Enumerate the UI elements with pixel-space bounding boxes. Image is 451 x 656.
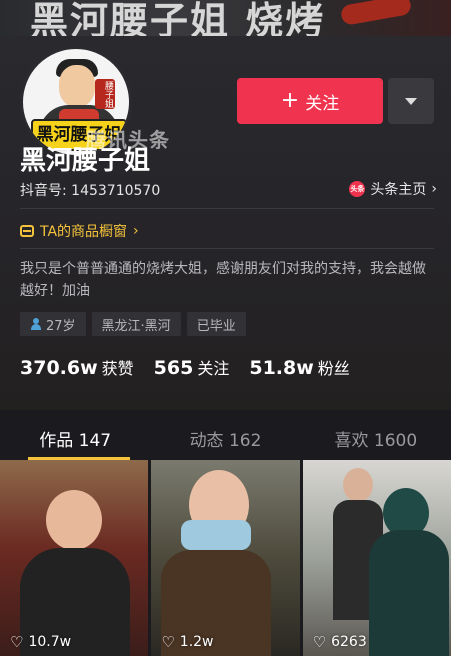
following-label: 关注 xyxy=(197,359,230,378)
fans-stat[interactable]: 51.8w 粉丝 xyxy=(249,355,349,379)
content-tabs: 作品 147 动态 162 喜欢 1600 xyxy=(0,410,451,460)
chevron-right-icon: › xyxy=(133,223,139,239)
thumbnail-figure xyxy=(368,530,449,656)
heart-icon: ♡ xyxy=(10,632,24,651)
video-likes-count: 6263 xyxy=(331,634,367,650)
video-likes-count: 10.7w xyxy=(28,634,72,650)
profile-header: 腰子姐 黑河腰子姐 腾讯头条 + 关注 xyxy=(0,36,451,456)
video-thumbnail[interactable]: ♡ 1.2w xyxy=(151,460,300,656)
more-options-button[interactable] xyxy=(388,78,434,124)
triangle-down-icon xyxy=(405,97,417,105)
thumbnail-figure xyxy=(181,520,252,550)
video-likes-count: 1.2w xyxy=(179,634,214,650)
follow-button-label: 关注 xyxy=(305,93,340,114)
heart-icon: ♡ xyxy=(161,632,175,651)
divider xyxy=(20,208,434,209)
shop-link-label: TA的商品橱窗 xyxy=(40,224,128,240)
person-icon xyxy=(30,318,42,330)
bio: 我只是个普普通通的烧烤大姐，感谢朋友们对我的支持，我会越做越好！加油 xyxy=(20,261,426,299)
toutiao-logo-icon: 头条 xyxy=(349,181,366,197)
video-thumbnail[interactable]: ♡ 6263 xyxy=(302,460,451,656)
profile-tags: 27岁 黑龙江·黑河 已毕业 xyxy=(20,312,246,336)
likes-stat[interactable]: 370.6w 获赞 xyxy=(20,355,134,379)
banner-text: 黑河腰子姐 烧烤 xyxy=(30,0,326,36)
toutiao-link-label: 头条主页 xyxy=(370,182,427,198)
location-tag: 黑龙江·黑河 xyxy=(91,312,181,336)
heart-icon: ♡ xyxy=(312,632,327,651)
toutiao-homepage-link[interactable]: 头条 头条主页 › xyxy=(349,179,437,199)
profile-name: 黑河腰子姐 xyxy=(20,146,151,176)
chevron-right-icon: › xyxy=(431,181,437,197)
divider xyxy=(20,248,434,249)
follow-button[interactable]: + 关注 xyxy=(237,78,383,124)
shop-window-link[interactable]: TA的商品橱窗 › xyxy=(20,221,139,241)
avatar-side-tag: 腰子姐 xyxy=(95,79,115,109)
top-banner: 黑河腰子姐 烧烤 xyxy=(0,0,451,36)
video-grid: ♡ 10.7w ♡ 1.2w ♡ 6263 xyxy=(0,460,451,656)
following-stat[interactable]: 565 关注 xyxy=(154,355,230,379)
stats-row: 370.6w 获赞 565 关注 51.8w 粉丝 xyxy=(20,355,350,379)
video-likes: ♡ 10.7w xyxy=(10,634,71,650)
tab-posts[interactable]: 动态 162 xyxy=(150,410,300,460)
thumbnail-figure xyxy=(342,468,373,502)
plus-icon: + xyxy=(280,88,300,113)
age-tag-label: 27岁 xyxy=(46,318,76,334)
video-likes: ♡ 6263 xyxy=(313,634,367,650)
likes-count: 370.6w xyxy=(20,357,98,379)
status-tag: 已毕业 xyxy=(186,312,246,336)
video-thumbnail[interactable]: ♡ 10.7w xyxy=(0,460,149,656)
location-tag-label: 黑龙江·黑河 xyxy=(101,318,171,334)
likes-label: 获赞 xyxy=(101,359,134,378)
avatar-face xyxy=(59,65,95,107)
following-count: 565 xyxy=(153,357,194,379)
fans-label: 粉丝 xyxy=(317,359,350,378)
shop-icon xyxy=(20,225,34,237)
douyin-id: 抖音号: 1453710570 xyxy=(20,183,161,199)
age-tag: 27岁 xyxy=(20,312,86,336)
status-tag-label: 已毕业 xyxy=(196,318,236,334)
banner-decoration xyxy=(339,0,413,26)
tab-likes[interactable]: 喜欢 1600 xyxy=(301,410,451,460)
fans-count: 51.8w xyxy=(249,357,314,379)
tab-works[interactable]: 作品 147 xyxy=(0,410,150,460)
video-likes: ♡ 1.2w xyxy=(161,634,213,650)
thumbnail-figure xyxy=(46,490,102,550)
